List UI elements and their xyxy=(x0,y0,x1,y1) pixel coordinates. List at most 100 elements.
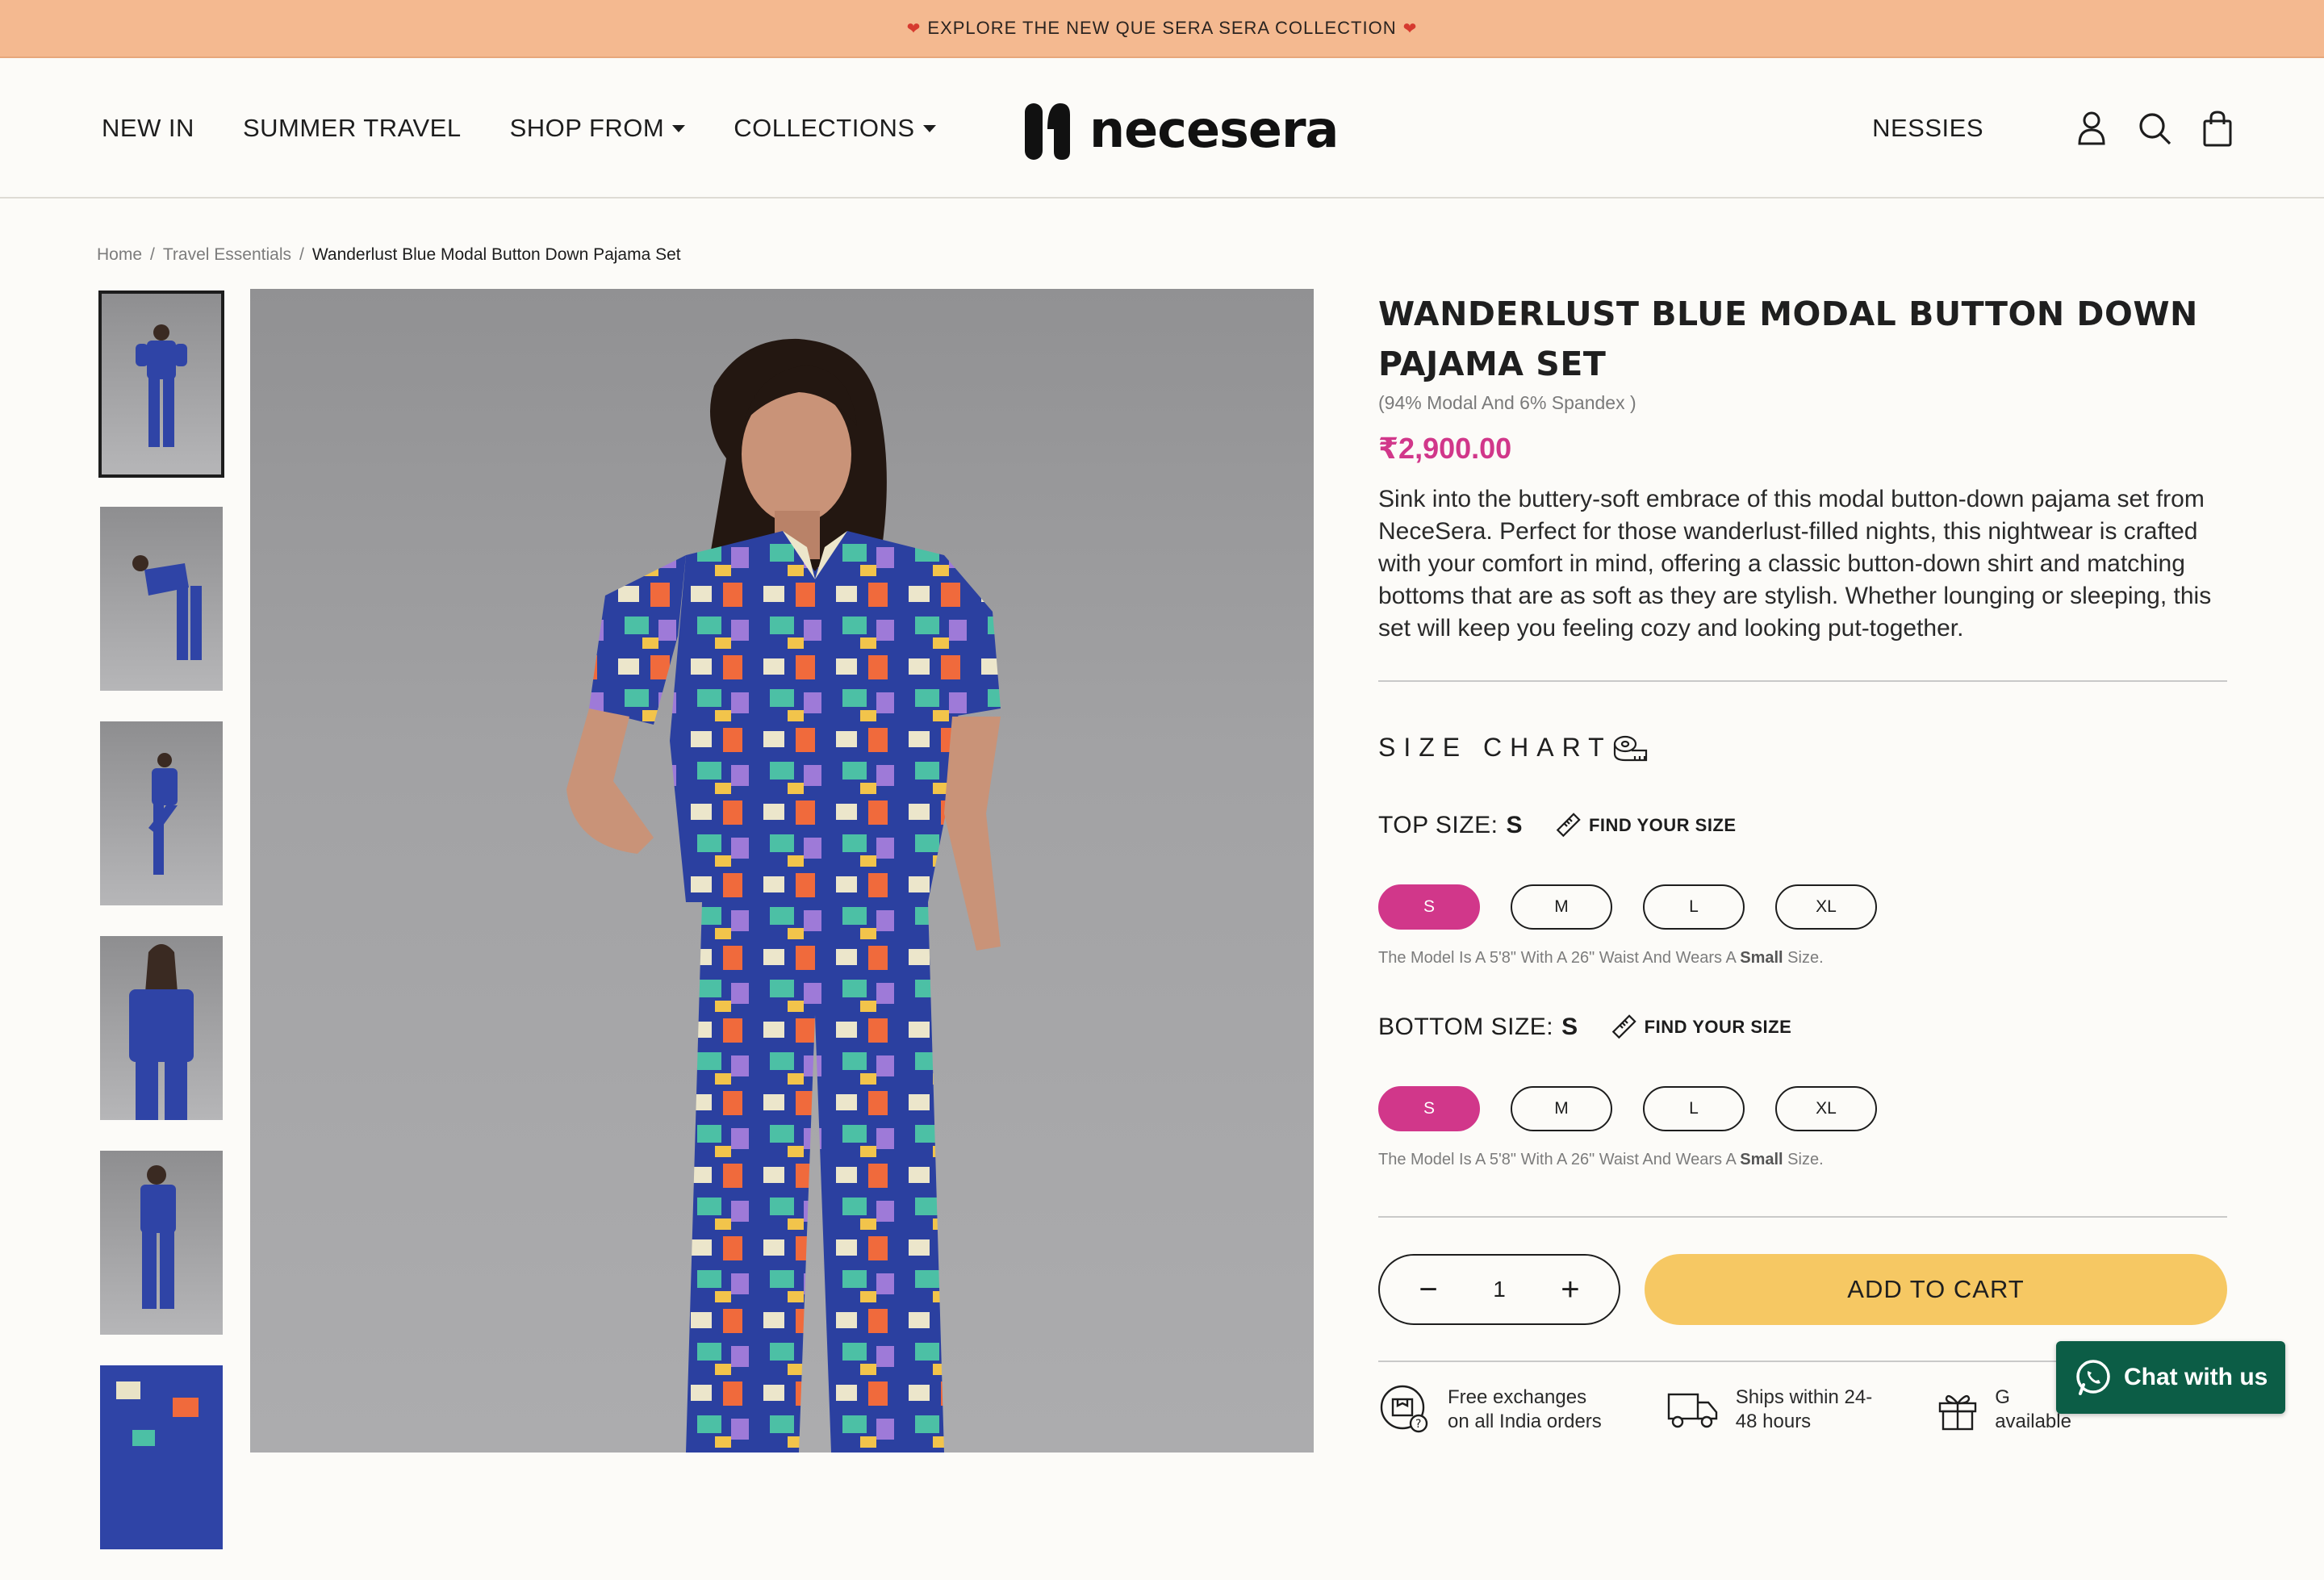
breadcrumb-separator: / xyxy=(150,245,155,264)
perk-gift: G available xyxy=(1937,1383,2071,1436)
ruler-icon xyxy=(1556,813,1581,838)
site-header: NEW IN SUMMER TRAVEL SHOP FROM COLLECTIO… xyxy=(0,58,2324,199)
perk-line: Ships within 24- xyxy=(1735,1386,1873,1408)
selected-size: S xyxy=(1506,812,1523,838)
size-option-s[interactable]: S xyxy=(1378,884,1480,930)
whatsapp-icon xyxy=(2076,1360,2110,1395)
product-thumbnail[interactable] xyxy=(100,936,223,1120)
logo-wordmark: necesera xyxy=(1089,99,1339,159)
bottom-size-header: BOTTOM SIZE: S FIND YOUR SIZE xyxy=(1378,1014,1791,1041)
divider xyxy=(1378,680,2227,682)
nav-collections[interactable]: COLLECTIONS xyxy=(734,114,936,143)
product-title-line: WANDERLUST BLUE MODAL BUTTON DOWN xyxy=(1378,295,2198,333)
note-text: Size. xyxy=(1783,1151,1824,1168)
chat-with-us-button[interactable]: Chat with us xyxy=(2056,1341,2285,1414)
model-photo xyxy=(566,338,1001,1453)
header-actions: NESSIES xyxy=(1872,58,2235,199)
note-text: The Model Is A 5'8" With A 26" Waist And… xyxy=(1378,949,1741,967)
perks-row: ? Free exchanges on all India orders Shi… xyxy=(1378,1383,2136,1436)
add-to-cart-button[interactable]: ADD TO CART xyxy=(1645,1254,2227,1325)
nav-shop-from[interactable]: SHOP FROM xyxy=(510,114,686,143)
note-bold: Small xyxy=(1740,1151,1783,1168)
top-size-header: TOP SIZE: S FIND YOUR SIZE xyxy=(1378,812,1737,839)
nav-label: SHOP FROM xyxy=(509,114,665,142)
model-size-note: The Model Is A 5'8" With A 26" Waist And… xyxy=(1378,1151,1824,1169)
nav-new-in[interactable]: NEW IN xyxy=(102,114,194,143)
note-bold: Small xyxy=(1740,949,1783,967)
size-option-s[interactable]: S xyxy=(1378,1086,1480,1131)
heart-icon: ❤ xyxy=(1402,19,1418,38)
find-your-size-label: FIND YOUR SIZE xyxy=(1644,1017,1792,1037)
chat-label: Chat with us xyxy=(2124,1364,2268,1390)
size-option-xl[interactable]: XL xyxy=(1775,884,1877,930)
fabric-composition: (94% Modal And 6% Spandex ) xyxy=(1378,392,1636,413)
brand-logo[interactable]: necesera xyxy=(1023,95,1339,163)
find-your-size-label: FIND YOUR SIZE xyxy=(1588,815,1737,835)
truck-icon xyxy=(1667,1393,1717,1428)
search-icon[interactable] xyxy=(2137,109,2172,148)
quantity-increase-button[interactable]: + xyxy=(1554,1272,1586,1308)
selected-size: S xyxy=(1561,1014,1578,1040)
measuring-tape-icon xyxy=(1613,735,1647,761)
size-chart-label: SIZE CHART xyxy=(1378,733,1612,762)
caret-down-icon xyxy=(672,124,686,132)
find-your-size-link[interactable]: FIND YOUR SIZE xyxy=(1611,1014,1792,1040)
logo-mark-icon xyxy=(1025,103,1070,160)
nav-label: COLLECTIONS xyxy=(734,114,915,142)
breadcrumb-home[interactable]: Home xyxy=(97,245,142,265)
divider xyxy=(1378,1216,2227,1218)
size-chart-link[interactable]: SIZE CHART xyxy=(1378,733,1648,763)
product-price: ₹2,900.00 xyxy=(1378,432,1512,465)
nav-label: NEW IN xyxy=(102,114,194,142)
product-title-line: PAJAMA SET xyxy=(1378,345,1607,383)
announcement-text: EXPLORE THE NEW QUE SERA SERA COLLECTION xyxy=(927,18,1397,38)
bottom-size-label: BOTTOM SIZE: S xyxy=(1378,1014,1578,1041)
product-thumbnail[interactable] xyxy=(100,1365,223,1549)
heart-icon: ❤ xyxy=(906,19,922,38)
find-your-size-link[interactable]: FIND YOUR SIZE xyxy=(1555,813,1737,838)
size-option-l[interactable]: L xyxy=(1643,1086,1745,1131)
nav-nessies[interactable]: NESSIES xyxy=(1872,114,1983,143)
top-size-label: TOP SIZE: S xyxy=(1378,812,1523,839)
product-thumbnail[interactable] xyxy=(100,1151,223,1335)
product-thumbnail[interactable] xyxy=(98,291,224,478)
product-title: WANDERLUST BLUE MODAL BUTTON DOWN PAJAMA… xyxy=(1378,289,2227,389)
size-option-xl[interactable]: XL xyxy=(1775,1086,1877,1131)
bag-icon[interactable] xyxy=(2200,109,2235,148)
note-text: The Model Is A 5'8" With A 26" Waist And… xyxy=(1378,1151,1741,1168)
breadcrumb-current: Wanderlust Blue Modal Button Down Pajama… xyxy=(311,245,681,264)
product-thumbnail[interactable] xyxy=(100,721,223,905)
quantity-value[interactable]: 1 xyxy=(1493,1277,1506,1302)
product-info: WANDERLUST BLUE MODAL BUTTON DOWN PAJAMA… xyxy=(1378,289,2227,645)
thumbnail-gallery xyxy=(98,291,224,1580)
top-size-options: S M L XL xyxy=(1378,884,1877,930)
svg-text:?: ? xyxy=(1415,1418,1421,1431)
nav-label: SUMMER TRAVEL xyxy=(242,114,462,142)
gift-icon xyxy=(1939,1394,1977,1431)
size-label-text: TOP SIZE: xyxy=(1378,812,1498,838)
breadcrumb: Home / Travel Essentials / Wanderlust Bl… xyxy=(97,245,681,265)
size-label-text: BOTTOM SIZE: xyxy=(1378,1014,1554,1040)
ruler-icon xyxy=(1611,1014,1636,1039)
quantity-stepper: − 1 + xyxy=(1378,1254,1620,1325)
product-description: Sink into the buttery-soft embrace of th… xyxy=(1378,486,2212,642)
size-option-m[interactable]: M xyxy=(1511,1086,1612,1131)
size-option-l[interactable]: L xyxy=(1643,884,1745,930)
nav-summer-travel[interactable]: SUMMER TRAVEL xyxy=(243,114,462,143)
perk-line: on all India orders xyxy=(1448,1411,1602,1432)
announcement-bar[interactable]: ❤ EXPLORE THE NEW QUE SERA SERA COLLECTI… xyxy=(0,0,2324,58)
main-product-image[interactable] xyxy=(250,289,1314,1453)
breadcrumb-separator: / xyxy=(299,245,304,264)
note-text: Size. xyxy=(1783,949,1824,967)
bottom-size-options: S M L XL xyxy=(1378,1086,1877,1131)
user-icon[interactable] xyxy=(2074,109,2109,148)
perk-line: Free exchanges xyxy=(1448,1386,1587,1408)
exchange-box-icon: ? xyxy=(1380,1385,1428,1433)
product-thumbnail[interactable] xyxy=(100,507,223,691)
caret-down-icon xyxy=(922,124,936,132)
quantity-decrease-button[interactable]: − xyxy=(1412,1272,1444,1308)
size-option-m[interactable]: M xyxy=(1511,884,1612,930)
perk-free-exchanges: ? Free exchanges on all India orders xyxy=(1378,1383,1602,1436)
model-size-note: The Model Is A 5'8" With A 26" Waist And… xyxy=(1378,949,1824,968)
breadcrumb-category[interactable]: Travel Essentials xyxy=(163,245,291,265)
